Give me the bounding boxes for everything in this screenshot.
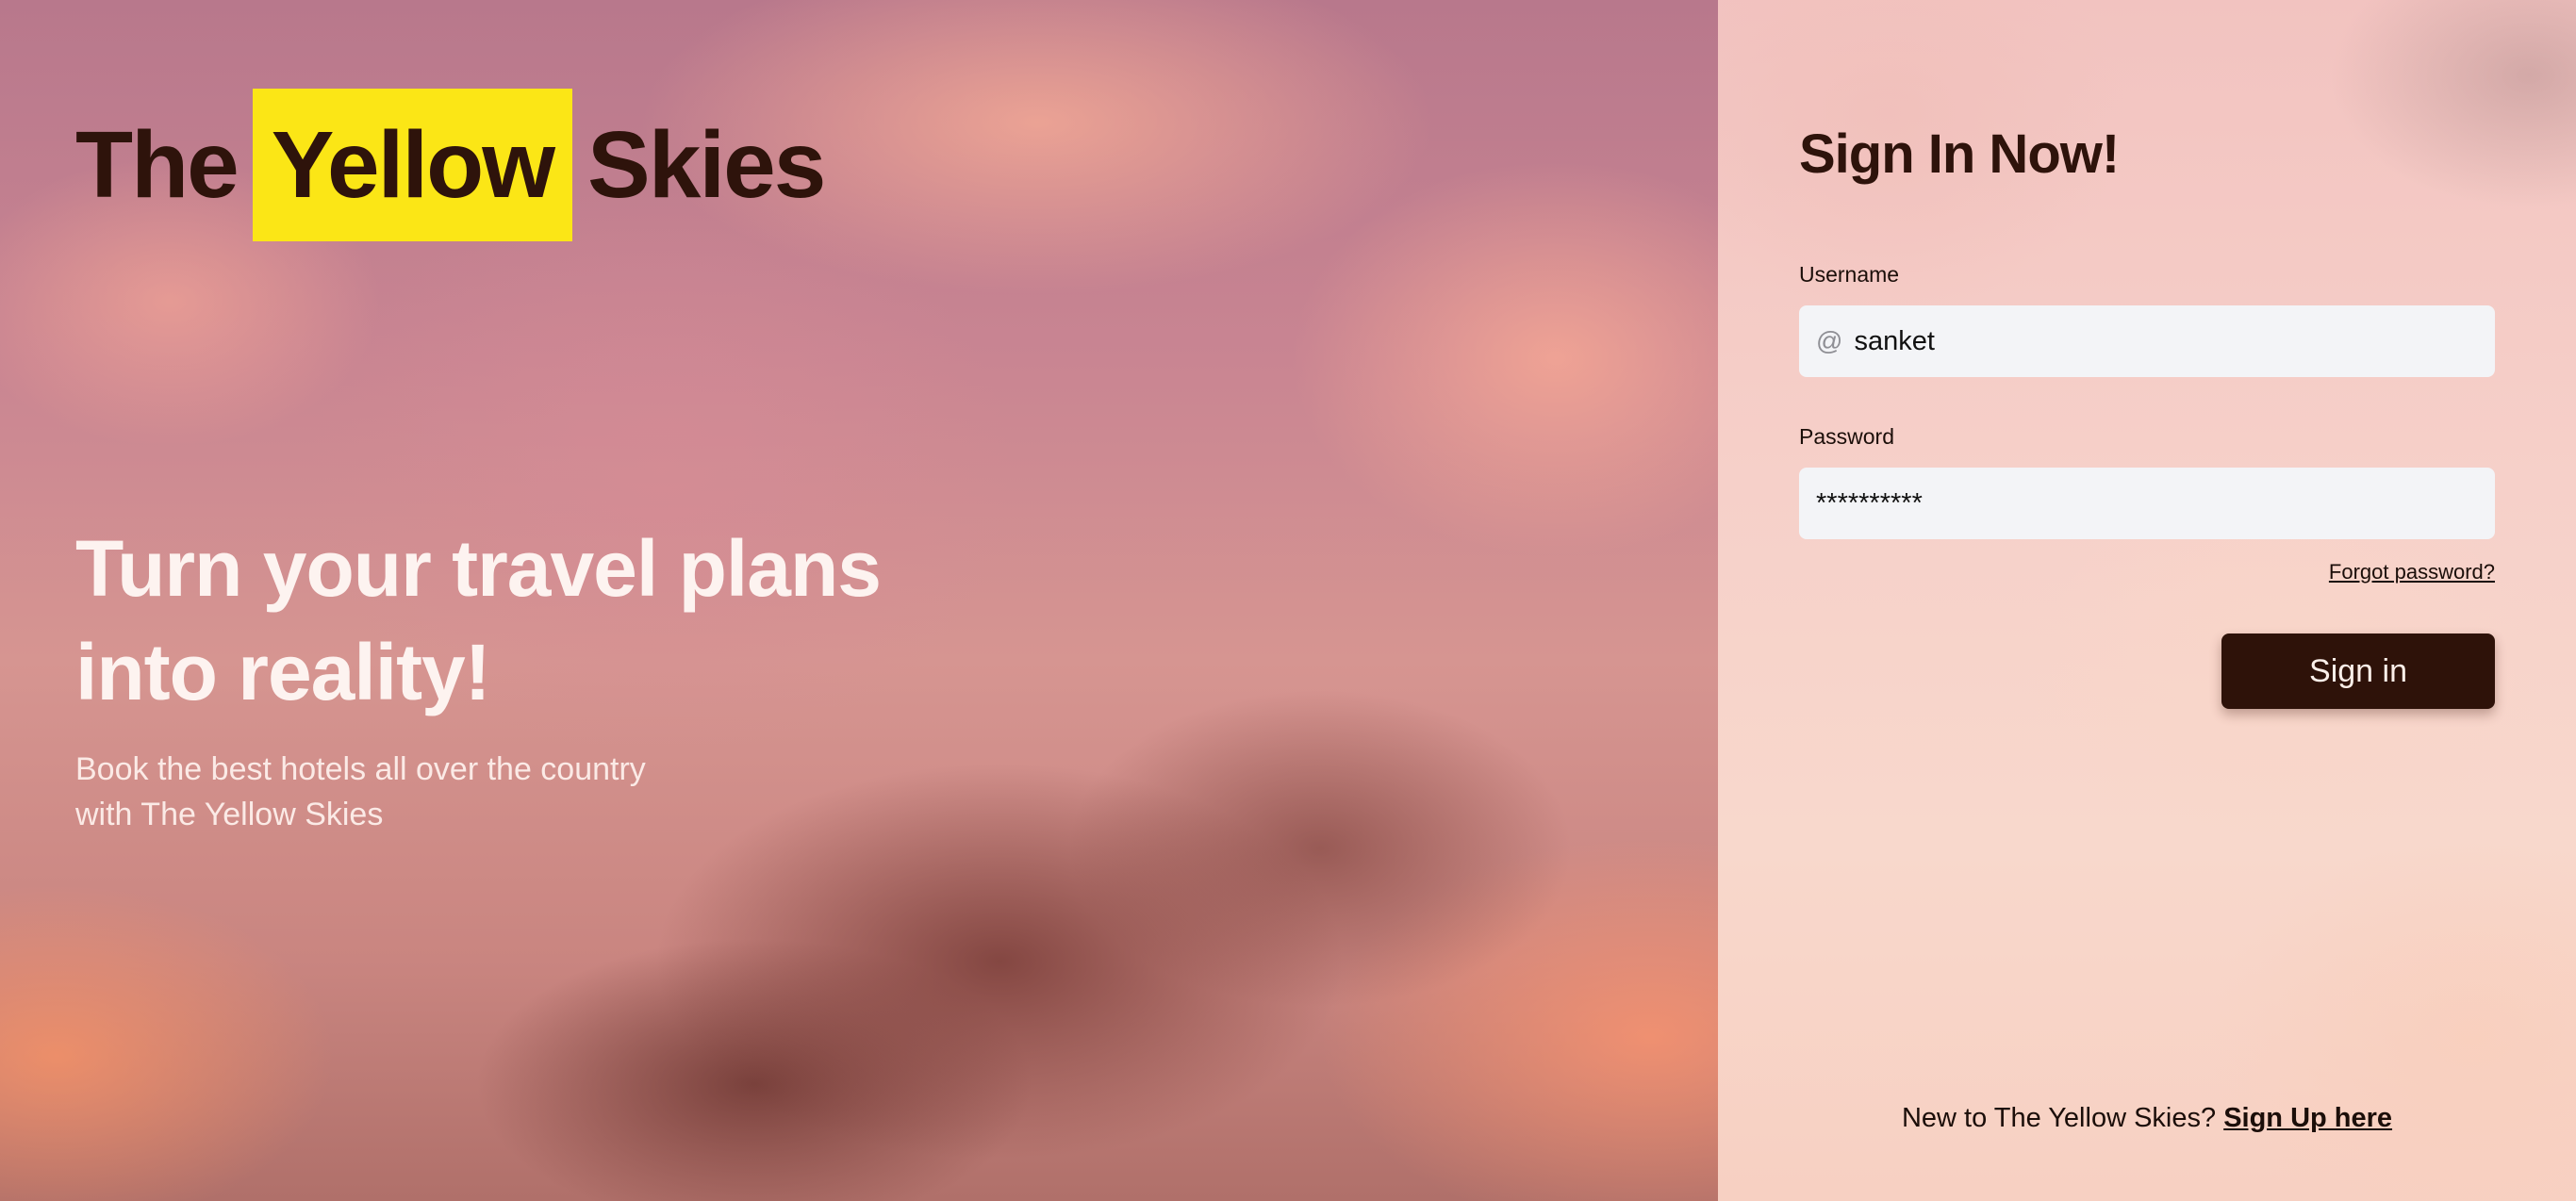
username-value: sanket: [1854, 325, 1935, 356]
sign-in-page: The Yellow Skies Turn your travel plans …: [0, 0, 2576, 1201]
logo-word-skies: Skies: [587, 111, 826, 218]
at-icon: @: [1816, 326, 1843, 355]
hero-subtext-line2: with The Yellow Skies: [75, 797, 384, 832]
hero-subtext-line1: Book the best hotels all over the countr…: [75, 751, 646, 787]
username-field[interactable]: @ sanket: [1799, 305, 2495, 377]
sign-in-button[interactable]: Sign in: [2221, 633, 2495, 709]
hero-panel: The Yellow Skies Turn your travel plans …: [0, 0, 1718, 1201]
signup-prompt: New to The Yellow Skies? Sign Up here: [1718, 1103, 2576, 1134]
brand-logo: The Yellow Skies: [75, 89, 826, 241]
logo-word-the: The: [75, 111, 239, 218]
hero-headline-line2: into reality!: [75, 628, 491, 716]
hero-subtext: Book the best hotels all over the countr…: [75, 747, 792, 837]
sign-in-title: Sign In Now!: [1799, 123, 2120, 185]
signup-prompt-text: New to The Yellow Skies?: [1901, 1103, 2217, 1133]
password-label: Password: [1799, 424, 1894, 449]
sign-up-link[interactable]: Sign Up here: [2223, 1103, 2392, 1133]
forgot-password-link[interactable]: Forgot password?: [2329, 560, 2495, 584]
password-field[interactable]: **********: [1799, 468, 2495, 539]
password-value: **********: [1816, 487, 1923, 518]
sign-in-panel: Sign In Now! Username @ sanket Password …: [1718, 0, 2576, 1201]
username-label: Username: [1799, 262, 1900, 287]
hero-headline: Turn your travel plans into reality!: [75, 517, 924, 724]
hero-headline-line1: Turn your travel plans: [75, 524, 882, 613]
logo-highlight-yellow: Yellow: [252, 89, 573, 241]
